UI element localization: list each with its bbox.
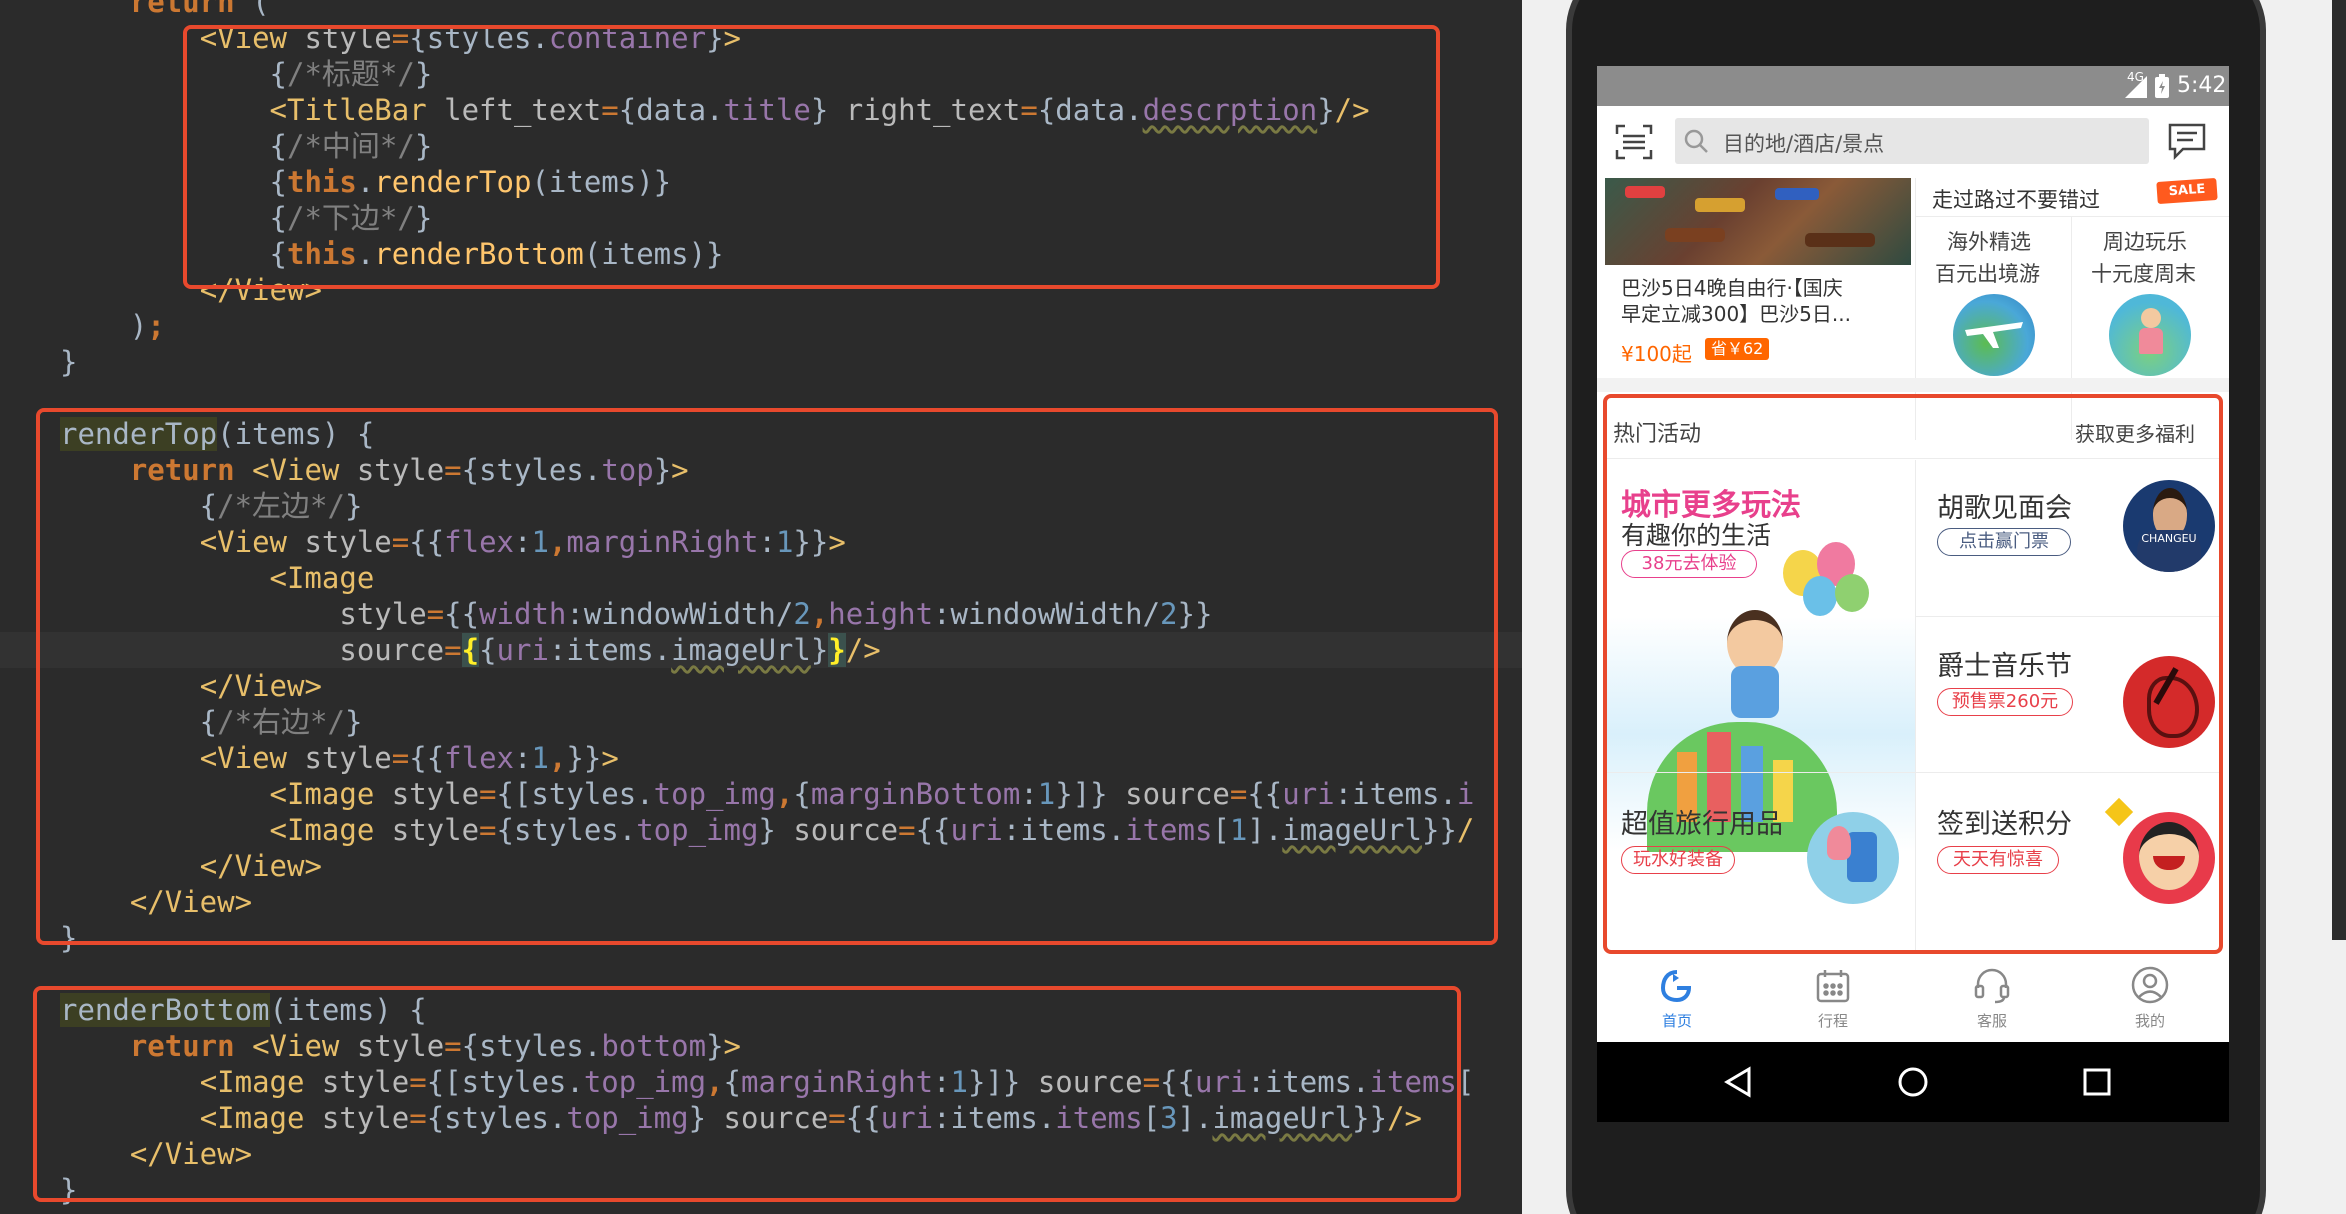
city-play-card[interactable]: 城市更多玩法 有趣你的生活 38元去体验	[1607, 460, 1915, 852]
search-placeholder: 目的地/酒店/景点	[1723, 132, 1885, 156]
back-icon[interactable]	[1723, 1066, 1753, 1098]
city-play-subtitle: 有趣你的生活	[1621, 521, 1772, 550]
search-input[interactable]: 目的地/酒店/景点	[1675, 118, 2149, 164]
item4-title[interactable]: 签到送积分	[1937, 802, 2072, 841]
code-token: )	[60, 309, 148, 343]
scan-icon[interactable]	[1615, 124, 1653, 160]
card1-line1[interactable]: 海外精选	[1947, 226, 2031, 256]
trip-title-line1[interactable]: 巴沙5日4晚自由行·【国庆	[1621, 272, 1843, 301]
card1-line2[interactable]: 百元出境游	[1935, 258, 2040, 288]
jazz-image	[2123, 656, 2215, 748]
card2-line1[interactable]: 周边玩乐	[2103, 226, 2187, 256]
code-editor[interactable]: return ( <View style={styles.container}>…	[0, 0, 1522, 1214]
home-circle-icon[interactable]	[1897, 1066, 1929, 1098]
phone-screen: 4G 5:42 目的地/酒店/景点 走过路过不要错过 SALE 巴沙5日4晚自由…	[1597, 66, 2229, 1122]
calendar-icon[interactable]	[1815, 968, 1851, 1004]
item3-pill[interactable]: 玩水好装备	[1621, 846, 1735, 874]
android-nav-bar	[1597, 1042, 2229, 1122]
card2-line2[interactable]: 十元度周末	[2091, 258, 2196, 288]
save-badge: 省￥62	[1705, 338, 1770, 360]
window-edge	[2332, 0, 2346, 940]
code-token: }	[60, 345, 78, 379]
highlight-box-rendertop	[36, 408, 1498, 945]
search-header: 目的地/酒店/景点	[1597, 106, 2229, 176]
item2-pill[interactable]: 预售票260元	[1937, 688, 2073, 716]
trip-title-line2[interactable]: 早定立减300】巴沙5日...	[1621, 298, 1851, 327]
item1-pill[interactable]: 点击赢门票	[1937, 528, 2071, 556]
signal-icon	[2125, 76, 2147, 98]
trip-price: ¥100起	[1621, 342, 1692, 366]
promo-banner-text: 走过路过不要错过	[1932, 188, 2100, 212]
item3-title[interactable]: 超值旅行用品	[1621, 802, 1783, 841]
phone-preview-panel: 4G 5:42 目的地/酒店/景点 走过路过不要错过 SALE 巴沙5日4晚自由…	[1522, 0, 2346, 1214]
headset-icon[interactable]	[1973, 966, 2011, 1004]
promo-banner-image[interactable]	[1605, 178, 1911, 265]
section-gap	[1597, 378, 2229, 392]
divider	[1607, 458, 2219, 459]
recents-icon[interactable]	[2083, 1068, 2111, 1096]
status-time: 5:42	[2177, 73, 2227, 98]
code-token: (	[234, 0, 270, 19]
code-token: return	[129, 0, 235, 19]
item1-title[interactable]: 胡歌见面会	[1937, 486, 2072, 525]
luggage-image	[1807, 812, 1899, 904]
code-token: ;	[147, 309, 165, 343]
home-icon[interactable]	[1659, 968, 1695, 1004]
battery-icon	[2155, 74, 2169, 98]
cartoon-hero-image	[2123, 812, 2215, 904]
code-line: );	[0, 308, 165, 344]
item4-pill[interactable]: 天天有惊喜	[1937, 846, 2059, 874]
highlight-box-renderbottom	[33, 986, 1461, 1202]
code-line: }	[0, 344, 77, 380]
tab-label-trips[interactable]: 行程	[1793, 1010, 1873, 1031]
item2-title[interactable]: 爵士音乐节	[1937, 644, 2072, 683]
tab-label-service[interactable]: 客服	[1952, 1010, 2032, 1031]
tab-label-home[interactable]: 首页	[1637, 1010, 1717, 1031]
divider	[1607, 772, 2219, 773]
sale-badge: SALE	[2156, 177, 2218, 205]
city-play-pill[interactable]: 38元去体验	[1621, 550, 1757, 578]
message-icon[interactable]	[2167, 122, 2207, 160]
highlight-box-render	[183, 25, 1440, 289]
hot-section-title: 热门活动	[1613, 422, 1702, 447]
divider	[1915, 616, 2219, 617]
code-line: return (	[0, 0, 270, 20]
more-benefits-link[interactable]: 获取更多福利	[2075, 418, 2195, 447]
airplane-icon	[1965, 322, 2023, 348]
girl-image	[2109, 294, 2191, 376]
user-icon[interactable]	[2131, 966, 2169, 1004]
airplane-globe-image	[1953, 294, 2035, 376]
search-icon	[1684, 129, 1708, 153]
tab-label-me[interactable]: 我的	[2110, 1010, 2190, 1031]
status-bar: 4G 5:42	[1597, 66, 2229, 106]
tab-bar: 首页 行程 客服 我的	[1597, 956, 2229, 1042]
divider	[1915, 460, 1916, 950]
divider	[1915, 216, 2229, 217]
celebrity-image: CHANGEU	[2123, 480, 2215, 572]
